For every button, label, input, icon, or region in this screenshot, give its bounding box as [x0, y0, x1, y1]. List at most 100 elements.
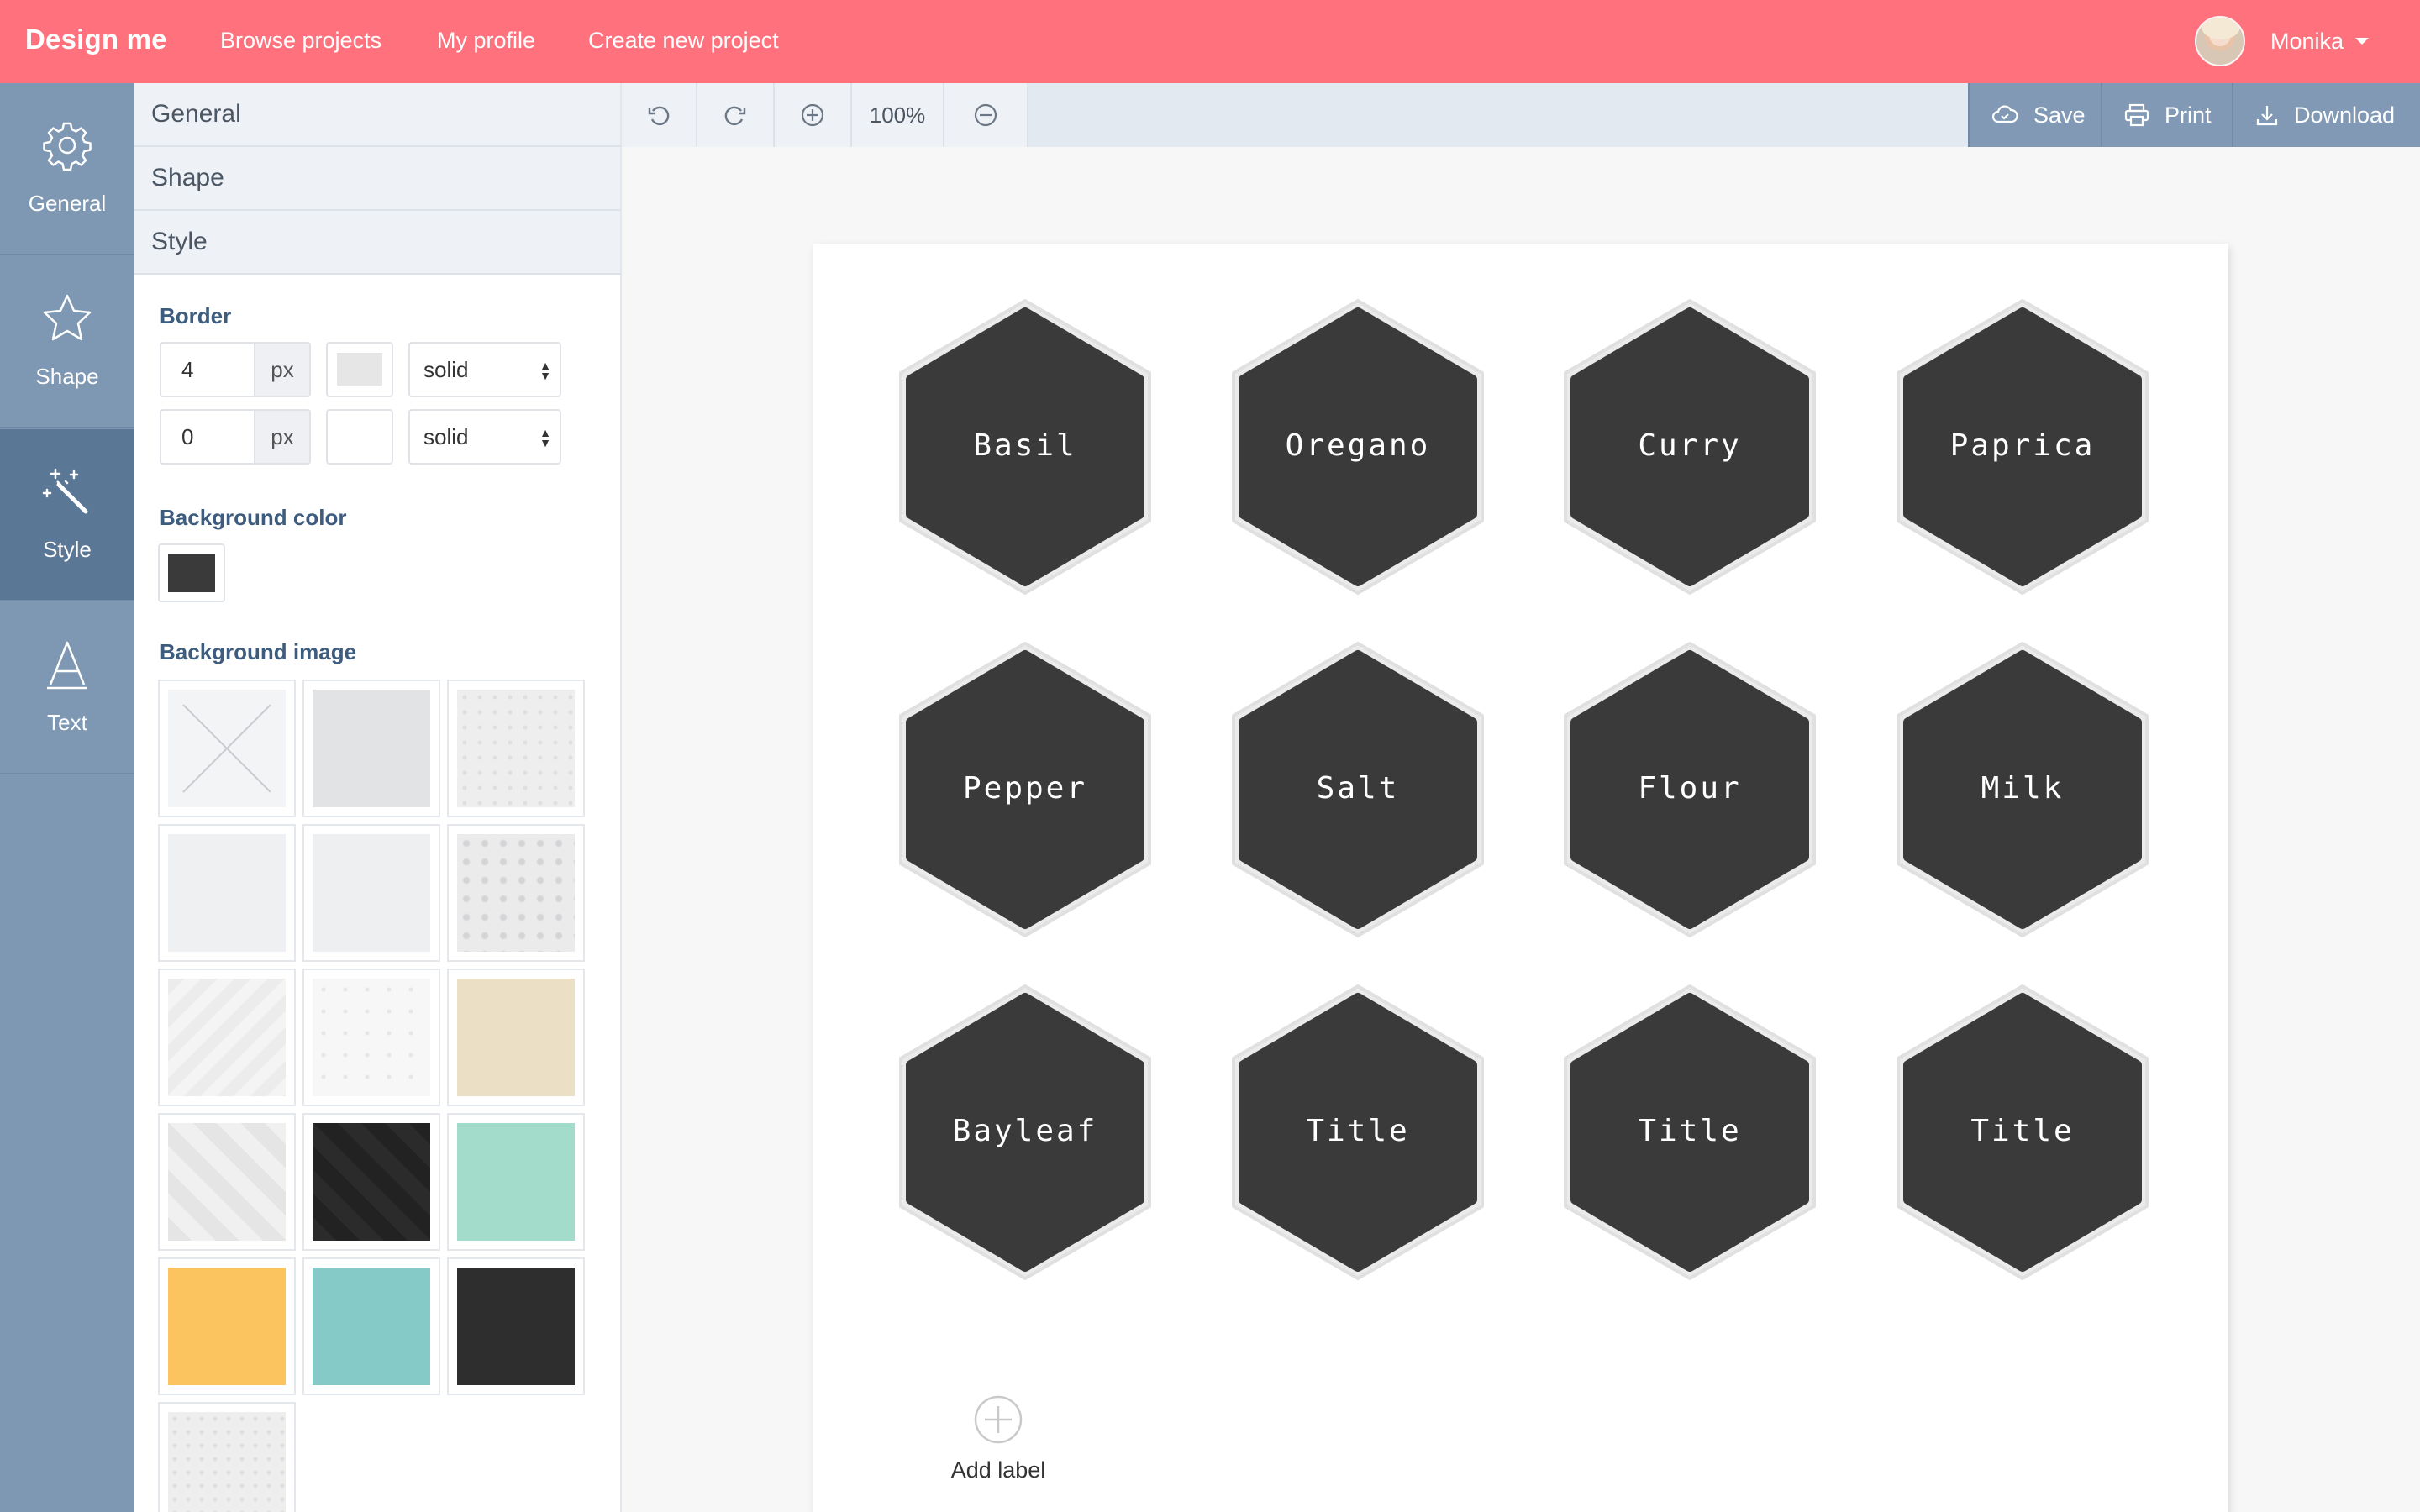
user-name: Monika — [2270, 28, 2344, 54]
hex-label-text: Title — [1638, 1114, 1742, 1148]
bg-image-swatch[interactable] — [158, 1257, 296, 1395]
zoom-in-icon — [801, 103, 824, 127]
bg-image-swatch[interactable] — [447, 824, 585, 962]
border-width-input-2[interactable]: 0 — [160, 409, 255, 465]
zoom-level: 100% — [852, 83, 944, 147]
redo-icon — [724, 106, 746, 126]
bg-color-section-title: Background color — [160, 505, 347, 530]
hex-label-text: Paprica — [1949, 428, 2096, 463]
panel-tab-shape[interactable]: Shape — [134, 147, 620, 211]
hex-label-text: Salt — [1316, 771, 1400, 806]
bg-image-swatch[interactable] — [302, 1257, 440, 1395]
redo-button[interactable] — [697, 83, 775, 147]
border-width-input-1[interactable]: 4 — [160, 342, 255, 397]
rail-label-shape: Shape — [35, 364, 99, 389]
hex-label[interactable]: Milk — [1890, 638, 2155, 941]
print-label: Print — [2165, 102, 2212, 128]
border-section-title: Border — [160, 303, 232, 328]
bg-image-swatch[interactable] — [158, 1402, 296, 1512]
save-label: Save — [2033, 102, 2086, 128]
border-style-value-1: solid — [424, 357, 469, 382]
undo-icon — [648, 106, 670, 126]
bg-image-swatch[interactable] — [302, 969, 440, 1106]
rail-label-text: Text — [47, 710, 87, 735]
border-color-swatch-2 — [337, 420, 382, 454]
close-icon — [168, 690, 286, 807]
border-unit-2: px — [255, 409, 311, 465]
hex-label[interactable]: Paprica — [1890, 296, 2155, 598]
hex-label-text: Flour — [1638, 771, 1742, 806]
magic-wand-icon — [42, 468, 88, 514]
panel-tab-style[interactable]: Style — [134, 211, 620, 275]
border-color-picker-2[interactable] — [326, 409, 393, 465]
rail-item-text[interactable]: Text — [0, 602, 134, 774]
hex-label-text: Title — [1306, 1114, 1410, 1148]
hex-label[interactable]: Flour — [1557, 638, 1823, 941]
zoom-out-icon — [974, 103, 997, 127]
bg-image-swatch[interactable] — [302, 1113, 440, 1251]
text-a-icon — [47, 641, 87, 690]
print-button[interactable]: Print — [2101, 83, 2232, 147]
zoom-out-button[interactable] — [944, 83, 1028, 147]
left-rail: General Shape Style Text — [0, 83, 134, 1512]
border-style-select-1[interactable]: solid ▲ ▼ — [408, 342, 561, 397]
star-icon — [43, 294, 92, 341]
app-logo[interactable]: Design me — [25, 24, 167, 55]
hex-label-text: Oregano — [1285, 428, 1431, 463]
nav-my-profile[interactable]: My profile — [437, 28, 535, 54]
border-style-select-2[interactable]: solid ▲ ▼ — [408, 409, 561, 465]
hex-label[interactable]: Curry — [1557, 296, 1823, 598]
hex-label[interactable]: Title — [1557, 981, 1823, 1284]
save-button[interactable]: Save — [1968, 83, 2101, 147]
bg-image-swatch[interactable] — [447, 1257, 585, 1395]
select-arrows-icon: ▲ ▼ — [539, 359, 551, 382]
hex-label[interactable]: Pepper — [892, 638, 1158, 941]
hex-label[interactable]: Basil — [892, 296, 1158, 598]
bg-image-swatch[interactable] — [447, 680, 585, 817]
zoom-value: 100% — [869, 102, 926, 128]
user-menu[interactable]: Monika — [2195, 15, 2370, 67]
bg-image-swatch[interactable] — [158, 1113, 296, 1251]
download-button[interactable]: Download — [2232, 83, 2420, 147]
chevron-down-icon — [2355, 38, 2370, 45]
bg-image-section-title: Background image — [160, 639, 357, 664]
hex-label[interactable]: Title — [1890, 981, 2155, 1284]
hex-label-text: Title — [1970, 1114, 2075, 1148]
hex-label-text: Milk — [1981, 771, 2065, 806]
bg-image-swatch[interactable] — [158, 824, 296, 962]
settings-panel: General Shape Style Border 4 px solid ▲ ▼ … — [134, 83, 622, 1512]
bg-color-picker[interactable] — [158, 543, 225, 602]
cloud-icon — [1991, 105, 2018, 123]
rail-label-general: General — [28, 191, 107, 216]
top-bar: Design me Browse projects My profile Cre… — [0, 0, 2420, 83]
select-arrows-icon: ▲ ▼ — [539, 426, 551, 449]
gear-icon — [43, 122, 92, 171]
canvas-page: Basil Oregano Curry Paprica Pepper Salt … — [813, 244, 2228, 1512]
border-color-swatch-1 — [337, 353, 382, 386]
bg-image-swatch[interactable] — [302, 824, 440, 962]
border-color-picker-1[interactable] — [326, 342, 393, 397]
undo-button[interactable] — [622, 83, 697, 147]
bg-image-swatch[interactable] — [302, 680, 440, 817]
hex-label[interactable]: Oregano — [1225, 296, 1491, 598]
bg-image-swatch[interactable] — [447, 1113, 585, 1251]
printer-icon — [2124, 103, 2149, 127]
bg-image-none[interactable] — [158, 680, 296, 817]
bg-image-swatch[interactable] — [447, 969, 585, 1106]
nav-create-project[interactable]: Create new project — [588, 28, 779, 54]
canvas-toolbar: 100% Save Print Download — [622, 83, 2420, 147]
panel-tab-general[interactable]: General — [134, 83, 620, 147]
hex-label-text: Bayleaf — [952, 1114, 1098, 1148]
rail-item-style[interactable]: Style — [0, 429, 134, 601]
hex-label[interactable]: Bayleaf — [892, 981, 1158, 1284]
rail-label-style: Style — [43, 537, 92, 562]
rail-item-shape[interactable]: Shape — [0, 256, 134, 428]
avatar — [2195, 16, 2245, 66]
hex-label[interactable]: Salt — [1225, 638, 1491, 941]
hex-label[interactable]: Title — [1225, 981, 1491, 1284]
add-label-button[interactable]: Add label — [931, 1394, 1065, 1483]
rail-item-general[interactable]: General — [0, 83, 134, 255]
zoom-in-button[interactable] — [775, 83, 852, 147]
bg-image-swatch[interactable] — [158, 969, 296, 1106]
nav-browse-projects[interactable]: Browse projects — [220, 28, 381, 54]
